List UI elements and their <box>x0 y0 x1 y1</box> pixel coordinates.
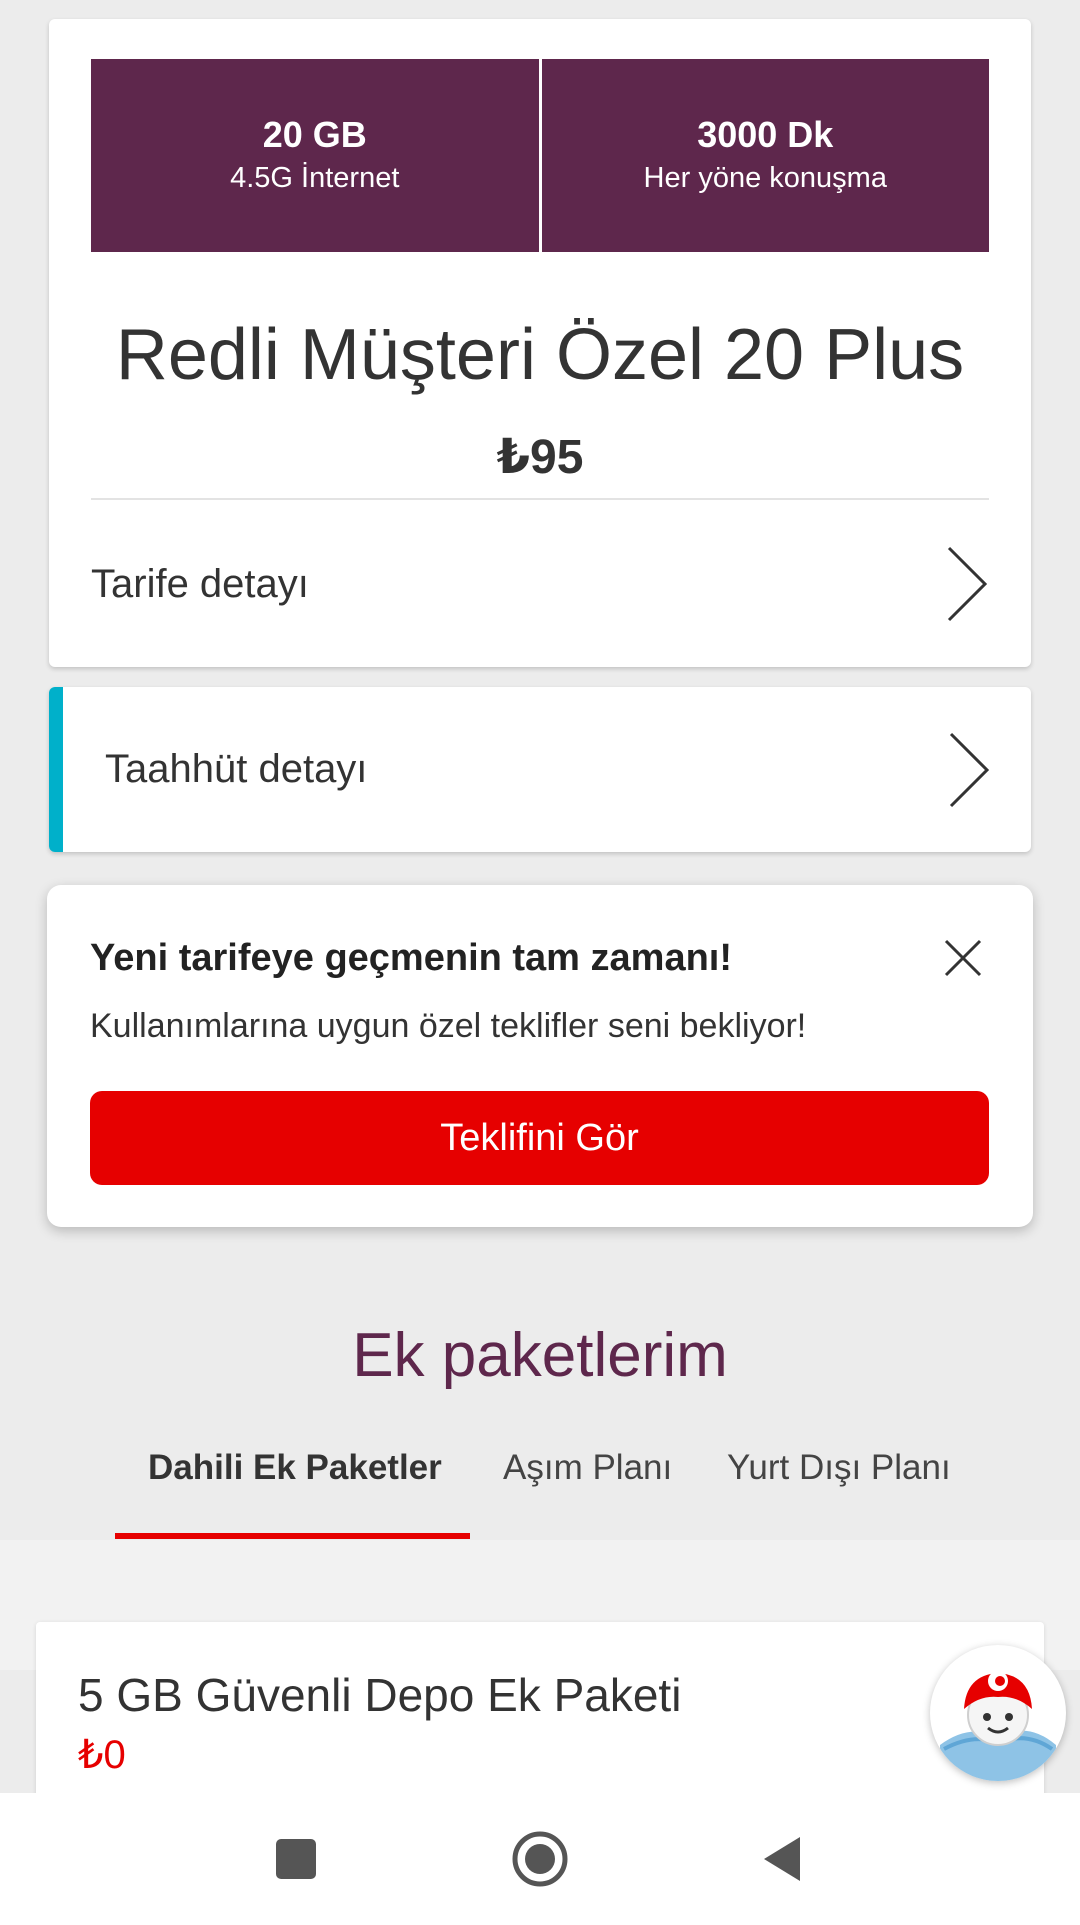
tab-dahili-ek-paketler[interactable]: Dahili Ek Paketler <box>148 1448 442 1488</box>
accent-bar <box>49 687 63 852</box>
active-tab-indicator <box>115 1533 470 1539</box>
commitment-detail-label: Taahhüt detayı <box>105 747 368 791</box>
package-price: ₺0 <box>78 1733 126 1777</box>
allowance-voice: 3000 Dk Her yöne konuşma <box>541 59 989 252</box>
plan-price: ₺95 <box>496 431 584 484</box>
app-screen: 20 GB 4.5G İnternet 3000 Dk Her yöne kon… <box>0 0 1080 1925</box>
tariff-detail-row[interactable]: Tarife detayı <box>91 501 989 667</box>
offer-subtitle: Kullanımlarına uygun özel teklifler seni… <box>90 1007 807 1045</box>
divider <box>91 498 989 500</box>
recents-icon[interactable] <box>264 1827 328 1891</box>
plan-name: Redli Müşteri Özel 20 Plus <box>115 315 965 395</box>
package-card[interactable]: 5 GB Güvenli Depo Ek Paketi ₺0 <box>36 1622 1044 1802</box>
home-icon[interactable] <box>508 1827 572 1891</box>
addon-tabs: Dahili Ek Paketler Aşım Planı Yurt Dışı … <box>0 1430 1080 1540</box>
commitment-detail-row[interactable]: Taahhüt detayı <box>49 687 1031 852</box>
chatbot-avatar-icon <box>932 1647 1064 1781</box>
tab-asim-plani[interactable]: Aşım Planı <box>503 1448 672 1488</box>
tab-yurt-disi-plani[interactable]: Yurt Dışı Planı <box>727 1448 951 1488</box>
plan-card: 20 GB 4.5G İnternet 3000 Dk Her yöne kon… <box>49 19 1031 667</box>
tariff-detail-label: Tarife detayı <box>91 561 309 606</box>
allowance-internet-amount: 20 GB <box>262 113 367 155</box>
allowance-internet: 20 GB 4.5G İnternet <box>91 59 539 252</box>
chevron-right-icon <box>949 732 990 807</box>
section-title: Ek paketlerim <box>352 1321 728 1390</box>
see-offer-button[interactable]: Teklifini Gör <box>90 1091 989 1185</box>
system-nav-bar <box>0 1793 1080 1925</box>
close-icon[interactable] <box>940 935 986 981</box>
back-icon[interactable] <box>752 1827 816 1891</box>
chatbot-button[interactable] <box>930 1645 1066 1781</box>
allowance-voice-desc: Her yöne konuşma <box>643 161 887 194</box>
plan-allowances: 20 GB 4.5G İnternet 3000 Dk Her yöne kon… <box>91 59 989 252</box>
offer-title: Yeni tarifeye geçmenin tam zamanı! <box>90 937 733 979</box>
package-name: 5 GB Güvenli Depo Ek Paketi <box>78 1669 682 1721</box>
chevron-right-icon <box>947 546 988 622</box>
allowance-internet-desc: 4.5G İnternet <box>230 161 400 194</box>
allowance-voice-amount: 3000 Dk <box>697 113 834 155</box>
offer-card: Yeni tarifeye geçmenin tam zamanı! Kulla… <box>47 885 1033 1227</box>
